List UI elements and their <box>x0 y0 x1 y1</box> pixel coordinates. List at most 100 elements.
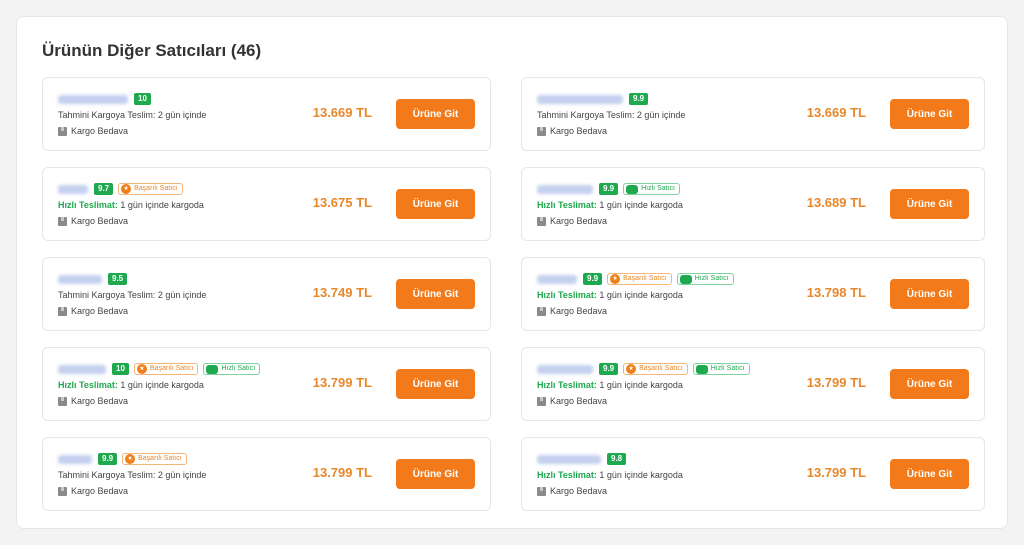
badge-label: Hızlı Satıcı <box>710 365 745 372</box>
go-to-product-button[interactable]: Ürüne Git <box>890 189 969 219</box>
seller-card: 9.9 Tahmini Kargoya Teslim: 2 gün içinde… <box>521 77 985 151</box>
fast-delivery-label: Hızlı Teslimat: <box>537 470 597 480</box>
package-icon <box>58 396 67 406</box>
seller-name-blurred[interactable] <box>58 454 92 464</box>
medal-icon: ★ <box>610 274 621 284</box>
seller-score-badge: 9.7 <box>94 183 114 195</box>
fast-delivery-label: Hızlı Teslimat: <box>537 200 597 210</box>
package-icon <box>537 126 546 136</box>
fast-delivery-text: 1 gün içinde kargoda <box>117 380 204 390</box>
shipping-info: Kargo Bedava <box>537 396 607 406</box>
fast-seller-badge: Hızlı Satıcı <box>203 363 261 375</box>
badge-label: Başarılı Satıcı <box>639 365 683 372</box>
seller-name-blurred[interactable] <box>58 94 128 104</box>
fast-delivery-label: Hızlı Teslimat: <box>537 380 597 390</box>
medal-icon: ★ <box>125 454 136 464</box>
delivery-info: Tahmini Kargoya Teslim: 2 gün içinde <box>58 470 206 480</box>
go-to-product-button[interactable]: Ürüne Git <box>890 369 969 399</box>
medal-icon: ★ <box>136 364 147 374</box>
go-to-product-button[interactable]: Ürüne Git <box>396 459 475 489</box>
badge-label: Hızlı Satıcı <box>221 365 256 372</box>
seller-header: 9.7 ★ Başarılı Satıcı <box>58 182 183 196</box>
free-shipping-label: Kargo Bedava <box>550 396 608 406</box>
seller-price: 13.749 TL <box>312 285 372 300</box>
fast-seller-badge: Hızlı Satıcı <box>676 273 734 285</box>
seller-header: 10 <box>58 92 151 106</box>
fast-delivery-text: 1 gün içinde kargoda <box>117 200 204 210</box>
seller-name-blurred[interactable] <box>537 454 601 464</box>
medal-icon: ★ <box>626 364 637 374</box>
go-to-product-button[interactable]: Ürüne Git <box>396 279 475 309</box>
delivery-info: Hızlı Teslimat: 1 gün içinde kargoda <box>58 200 204 210</box>
free-shipping-label: Kargo Bedava <box>71 126 129 136</box>
medal-icon: ★ <box>121 184 132 194</box>
fast-seller-badge: Hızlı Satıcı <box>623 183 680 195</box>
seller-card: 9.5 Tahmini Kargoya Teslim: 2 gün içinde… <box>42 257 491 331</box>
seller-card: 9.9 ★ Başarılı Satıcı Tahmini Kargoya Tes… <box>42 437 491 511</box>
go-to-product-button[interactable]: Ürüne Git <box>396 189 475 219</box>
fast-delivery-text: 1 gün içinde kargoda <box>596 290 683 300</box>
shipping-info: Kargo Bedava <box>58 396 128 406</box>
shipping-info: Kargo Bedava <box>537 306 607 316</box>
seller-name-blurred[interactable] <box>58 274 102 284</box>
delivery-info: Tahmini Kargoya Teslim: 2 gün içinde <box>58 110 206 120</box>
delivery-estimate: Tahmini Kargoya Teslim: 2 gün içinde <box>537 110 686 120</box>
badge-label: Hızlı Satıcı <box>641 185 675 192</box>
seller-name-blurred[interactable] <box>58 184 88 194</box>
free-shipping-label: Kargo Bedava <box>71 486 129 496</box>
package-icon <box>58 486 67 496</box>
fast-delivery-text: 1 gün içinde kargoda <box>596 380 683 390</box>
package-icon <box>537 216 546 226</box>
go-to-product-button[interactable]: Ürüne Git <box>890 99 969 129</box>
seller-name-blurred[interactable] <box>537 364 593 374</box>
shipping-info: Kargo Bedava <box>537 126 607 136</box>
seller-header: 9.5 <box>58 272 128 286</box>
seller-card: 9.7 ★ Başarılı Satıcı Hızlı Teslimat: 1 g… <box>42 167 491 241</box>
truck-icon <box>206 364 219 374</box>
shipping-info: Kargo Bedava <box>537 486 607 496</box>
seller-card: 9.9 ★ Başarılı Satıcı Hızlı Satıcı Hızlı T… <box>521 347 985 421</box>
package-icon <box>537 486 546 496</box>
seller-name-blurred[interactable] <box>537 94 623 104</box>
shipping-info: Kargo Bedava <box>58 126 128 136</box>
delivery-info: Hızlı Teslimat: 1 gün içinde kargoda <box>537 380 683 390</box>
truck-icon <box>679 274 692 284</box>
seller-header: 10 ★ Başarılı Satıcı Hızlı Satıcı <box>58 362 261 376</box>
successful-seller-badge: ★ Başarılı Satıcı <box>122 453 187 465</box>
seller-name-blurred[interactable] <box>537 184 593 194</box>
fast-delivery-label: Hızlı Teslimat: <box>58 380 118 390</box>
truck-icon <box>626 184 639 194</box>
free-shipping-label: Kargo Bedava <box>550 306 608 316</box>
fast-delivery-text: 1 gün içinde kargoda <box>596 200 683 210</box>
fast-delivery-text: 1 gün içinde kargoda <box>596 470 683 480</box>
seller-name-blurred[interactable] <box>537 274 577 284</box>
package-icon <box>58 216 67 226</box>
seller-score-badge: 9.5 <box>108 273 128 285</box>
delivery-info: Tahmini Kargoya Teslim: 2 gün içinde <box>58 290 206 300</box>
free-shipping-label: Kargo Bedava <box>71 306 129 316</box>
delivery-info: Hızlı Teslimat: 1 gün içinde kargoda <box>537 470 683 480</box>
successful-seller-badge: ★ Başarılı Satıcı <box>623 363 688 375</box>
seller-name-blurred[interactable] <box>58 364 106 374</box>
badge-label: Başarılı Satıcı <box>623 275 667 282</box>
seller-price: 13.669 TL <box>312 105 372 120</box>
seller-price: 13.675 TL <box>312 195 372 210</box>
fast-delivery-label: Hızlı Teslimat: <box>537 290 597 300</box>
delivery-estimate: Tahmini Kargoya Teslim: 2 gün içinde <box>58 470 207 480</box>
seller-score-badge: 9.9 <box>599 183 619 195</box>
seller-price: 13.799 TL <box>806 465 866 480</box>
go-to-product-button[interactable]: Ürüne Git <box>396 99 475 129</box>
successful-seller-badge: ★ Başarılı Satıcı <box>607 273 672 285</box>
package-icon <box>58 126 67 136</box>
go-to-product-button[interactable]: Ürüne Git <box>396 369 475 399</box>
seller-price: 13.799 TL <box>312 375 372 390</box>
seller-card: 9.9 ★ Başarılı Satıcı Hızlı Satıcı Hızlı T… <box>521 257 985 331</box>
delivery-info: Hızlı Teslimat: 1 gün içinde kargoda <box>58 380 204 390</box>
go-to-product-button[interactable]: Ürüne Git <box>890 459 969 489</box>
seller-price: 13.689 TL <box>806 195 866 210</box>
go-to-product-button[interactable]: Ürüne Git <box>890 279 969 309</box>
delivery-info: Tahmini Kargoya Teslim: 2 gün içinde <box>537 110 685 120</box>
seller-grid: 10 Tahmini Kargoya Teslim: 2 gün içinde … <box>42 77 985 511</box>
package-icon <box>537 396 546 406</box>
successful-seller-badge: ★ Başarılı Satıcı <box>118 183 183 195</box>
